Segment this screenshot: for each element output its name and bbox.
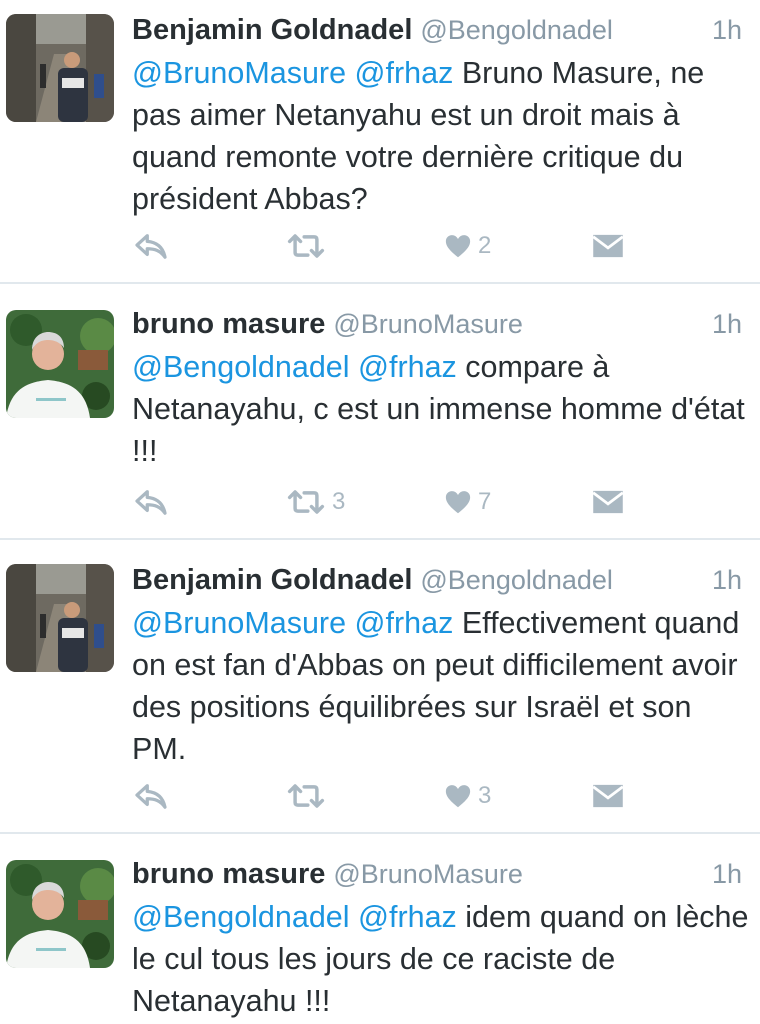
retweet-count: 3 [332,488,346,515]
retweet-icon [286,232,326,260]
author-line: bruno masure @BrunoMasure [132,856,523,892]
mention-link[interactable]: @frhaz [355,56,454,90]
reply-icon [134,232,168,260]
direct-message-icon [592,490,624,514]
tweet-text: @Bengoldnadel @frhaz compare à Netanayah… [132,346,752,472]
reply-icon [134,488,168,516]
action-bar: 2 [132,228,632,264]
timestamp[interactable]: 1h [712,856,742,892]
direct-message-button[interactable] [592,778,624,814]
tweet-divider [0,282,760,284]
avatar[interactable] [6,310,114,418]
tweet-text: @BrunoMasure @frhaz Bruno Masure, ne pas… [132,52,752,220]
retweet-icon [286,488,326,516]
tweet-divider [0,538,760,540]
action-bar: 3 7 [132,484,632,520]
action-bar: 3 [132,778,632,814]
mention-link[interactable]: @BrunoMasure [132,56,346,90]
heart-icon [444,233,472,259]
direct-message-button[interactable] [592,228,624,264]
tweet-text: @Bengoldnadel @frhaz idem quand on lèche… [132,896,752,1022]
like-button[interactable]: 2 [444,228,491,264]
mention-link[interactable]: @frhaz [355,606,454,640]
tweet[interactable]: Benjamin Goldnadel @Bengoldnadel 1h @Brun… [0,12,760,280]
retweet-button[interactable]: 3 [286,484,345,520]
author-name[interactable]: bruno masure [132,308,325,340]
portrait-photo-avatar-image [6,310,114,418]
direct-message-icon [592,234,624,258]
author-handle[interactable]: @Bengoldnadel [420,565,613,595]
like-button[interactable]: 3 [444,778,491,814]
retweet-icon [286,782,326,810]
avatar[interactable] [6,14,114,122]
mention-link[interactable]: @Bengoldnadel [132,350,350,384]
author-handle[interactable]: @BrunoMasure [333,309,523,339]
direct-message-icon [592,784,624,808]
retweet-button[interactable] [286,778,332,814]
reply-button[interactable] [134,484,168,520]
timestamp[interactable]: 1h [712,306,742,342]
tweet-divider [0,832,760,834]
author-name[interactable]: Benjamin Goldnadel [132,564,412,596]
author-handle[interactable]: @Bengoldnadel [420,15,613,45]
author-name[interactable]: bruno masure [132,858,325,890]
reply-button[interactable] [134,228,168,264]
like-count: 7 [478,488,492,515]
direct-message-button[interactable] [592,484,624,520]
street-photo-avatar-image [6,14,114,122]
heart-icon [444,489,472,515]
author-handle[interactable]: @BrunoMasure [333,859,523,889]
mention-link[interactable]: @frhaz [358,350,457,384]
mention-link[interactable]: @frhaz [358,900,457,934]
like-count: 3 [478,782,492,809]
author-name[interactable]: Benjamin Goldnadel [132,14,412,46]
tweet[interactable]: bruno masure @BrunoMasure 1h @Bengoldnade… [0,306,760,536]
author-line: bruno masure @BrunoMasure [132,306,523,342]
avatar[interactable] [6,564,114,672]
like-count: 2 [478,232,492,259]
timestamp[interactable]: 1h [712,12,742,48]
avatar[interactable] [6,860,114,968]
tweet[interactable]: bruno masure @BrunoMasure 1h @Bengoldnade… [0,856,760,1024]
tweet-text: @BrunoMasure @frhaz Effectivement quand … [132,602,752,770]
mention-link[interactable]: @Bengoldnadel [132,900,350,934]
reply-button[interactable] [134,778,168,814]
retweet-button[interactable] [286,228,332,264]
mention-link[interactable]: @BrunoMasure [132,606,346,640]
reply-icon [134,782,168,810]
author-line: Benjamin Goldnadel @Bengoldnadel [132,562,613,598]
tweet[interactable]: Benjamin Goldnadel @Bengoldnadel 1h @Brun… [0,562,760,830]
street-photo-avatar-image [6,564,114,672]
timestamp[interactable]: 1h [712,562,742,598]
like-button[interactable]: 7 [444,484,491,520]
heart-icon [444,783,472,809]
author-line: Benjamin Goldnadel @Bengoldnadel [132,12,613,48]
portrait-photo-avatar-image [6,860,114,968]
